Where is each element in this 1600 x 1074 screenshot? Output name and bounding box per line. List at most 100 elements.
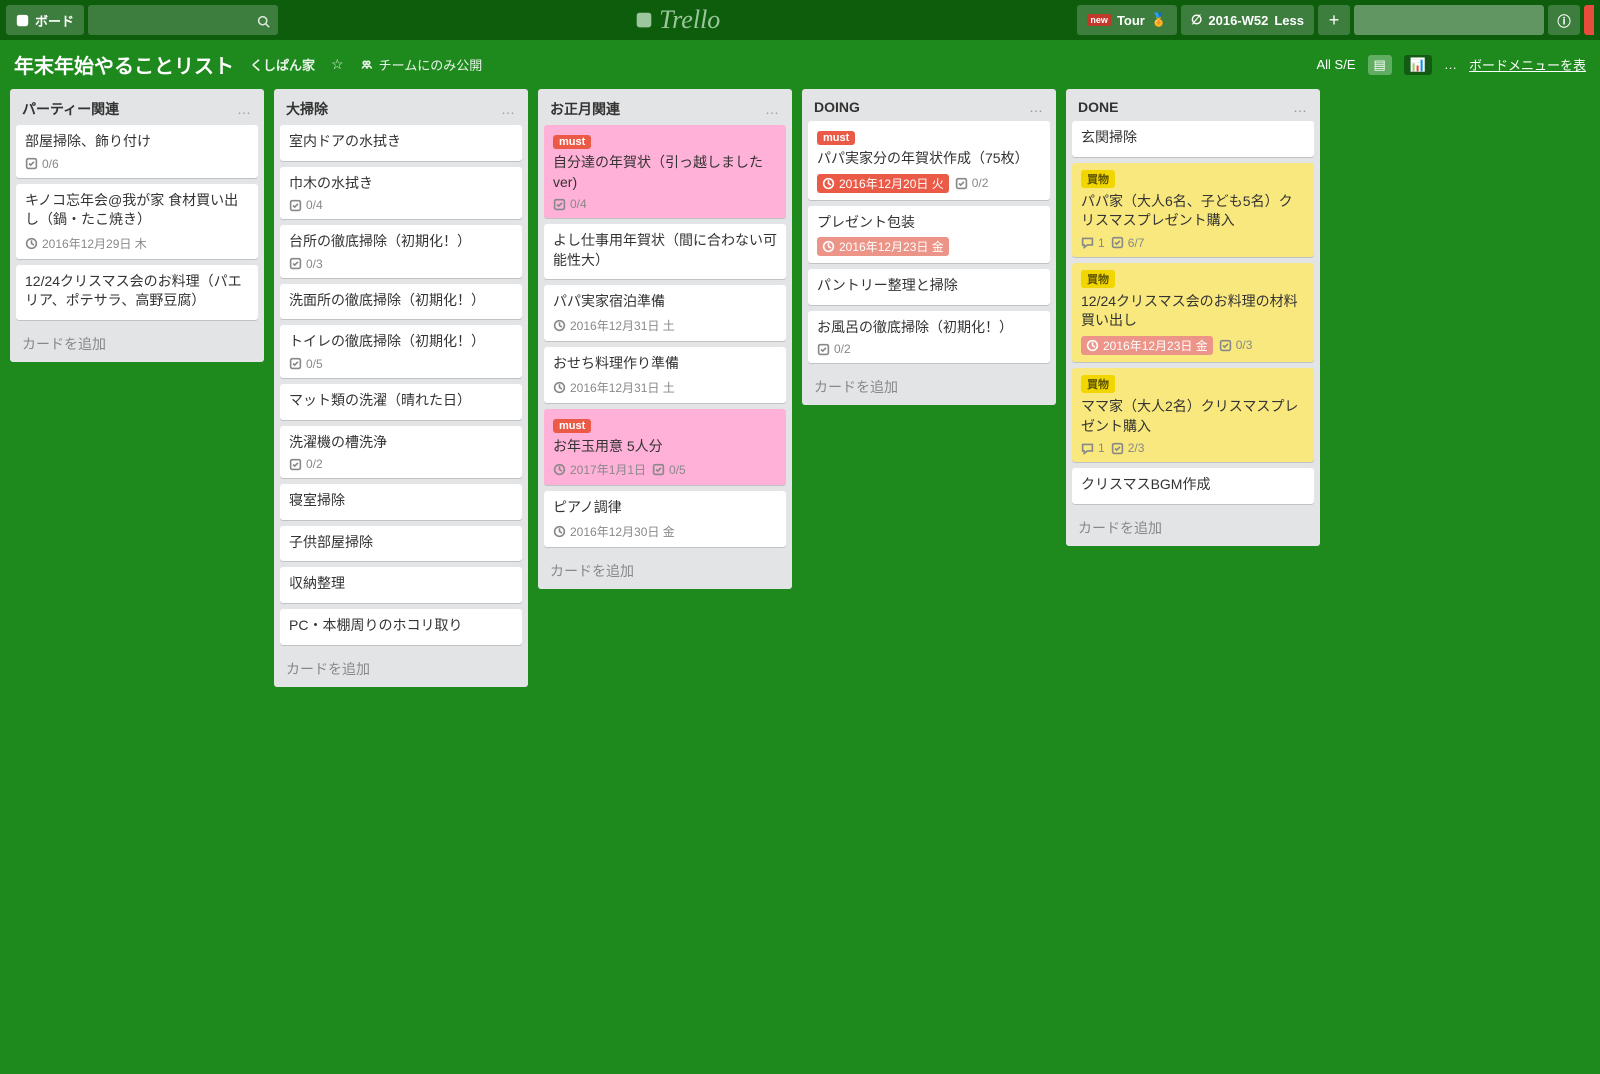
checklist-badge: 0/5 (289, 357, 323, 371)
list: DOING … must パパ実家分の年賀状作成（75枚） 2016年12月20… (802, 89, 1056, 405)
card-title: 子供部屋掃除 (289, 533, 513, 553)
checklist-badge: 0/6 (25, 157, 59, 171)
card-title: 部屋掃除、飾り付け (25, 132, 249, 152)
add-card-button[interactable]: カードを追加 (16, 326, 258, 358)
checklist-icon (289, 257, 302, 270)
list-header: お正月関連 … (544, 95, 786, 125)
star-icon[interactable]: ☆ (331, 56, 344, 73)
add-card-button[interactable]: カードを追加 (808, 369, 1050, 401)
card[interactable]: must パパ実家分の年賀状作成（75枚） 2016年12月20日 火0/2 (808, 121, 1050, 200)
info-button[interactable]: ⓘ (1548, 5, 1580, 35)
add-card-button[interactable]: カードを追加 (280, 651, 522, 683)
card[interactable]: 洗濯機の槽洗浄 0/2 (280, 426, 522, 479)
card[interactable]: 部屋掃除、飾り付け 0/6 (16, 125, 258, 178)
card-badges: 0/6 (25, 157, 249, 171)
card[interactable]: 収納整理 (280, 567, 522, 603)
search-input[interactable] (88, 5, 278, 35)
clock-icon (553, 381, 566, 394)
card[interactable]: クリスマスBGM作成 (1072, 468, 1314, 504)
checklist-icon (553, 198, 566, 211)
list-title[interactable]: DOING (814, 99, 1029, 115)
clock-icon (822, 177, 835, 190)
card[interactable]: must 自分達の年賀状（引っ越しましたver) 0/4 (544, 125, 786, 218)
list-menu-icon[interactable]: … (237, 101, 252, 117)
card[interactable]: お風呂の徹底掃除（初期化！） 0/2 (808, 311, 1050, 364)
checklist-badge: 0/3 (289, 257, 323, 271)
view-chart-icon[interactable]: 📊 (1404, 55, 1432, 75)
card[interactable]: キノコ忘年会@我が家 食材買い出し（鍋・たこ焼き） 2016年12月29日 木 (16, 184, 258, 259)
user-button[interactable] (1354, 5, 1544, 35)
board-title[interactable]: 年末年始やることリスト (14, 50, 234, 79)
card-badges: 2016年12月23日 金0/3 (1081, 336, 1305, 355)
card-title: よし仕事用年賀状（間に合わない可能性大） (553, 231, 777, 270)
search-icon (257, 12, 270, 28)
card[interactable]: ピアノ調律 2016年12月30日 金 (544, 491, 786, 547)
card-badges: 0/2 (289, 457, 513, 471)
card[interactable]: トイレの徹底掃除（初期化！） 0/5 (280, 325, 522, 378)
list-title[interactable]: パーティー関連 (22, 99, 237, 119)
card[interactable]: 買物 12/24クリスマス会のお料理の材料買い出し 2016年12月23日 金0… (1072, 263, 1314, 362)
tour-button[interactable]: new Tour 🏅 (1077, 5, 1177, 35)
list-title[interactable]: お正月関連 (550, 99, 765, 119)
list-menu-icon[interactable]: … (1029, 99, 1044, 115)
card-title: 洗濯機の槽洗浄 (289, 433, 513, 453)
add-card-button[interactable]: カードを追加 (1072, 510, 1314, 542)
list-menu-icon[interactable]: … (1293, 99, 1308, 115)
board-menu-button[interactable]: ボードメニューを表 (1469, 55, 1586, 74)
card[interactable]: must お年玉用意 5人分 2017年1月1日0/5 (544, 409, 786, 486)
card-title: 室内ドアの水拭き (289, 132, 513, 152)
card[interactable]: 洗面所の徹底掃除（初期化！） (280, 284, 522, 320)
card[interactable]: 玄関掃除 (1072, 121, 1314, 157)
empty-set-icon: ∅ (1191, 12, 1202, 28)
card-title: クリスマスBGM作成 (1081, 475, 1305, 495)
visibility[interactable]: チームにのみ公開 (360, 55, 483, 74)
card-title: 収納整理 (289, 574, 513, 594)
list-menu-icon[interactable]: … (765, 101, 780, 117)
card-badges: 2016年12月30日 金 (553, 523, 777, 540)
card[interactable]: 買物 パパ家（大人6名、子ども5名）クリスマスプレゼント購入 16/7 (1072, 163, 1314, 257)
card[interactable]: 室内ドアの水拭き (280, 125, 522, 161)
checklist-icon (1111, 236, 1124, 249)
add-card-button[interactable]: カードを追加 (544, 553, 786, 585)
card[interactable]: PC・本棚周りのホコリ取り (280, 609, 522, 645)
list-title[interactable]: 大掃除 (286, 99, 501, 119)
card[interactable]: 寝室掃除 (280, 484, 522, 520)
card-badges: 12/3 (1081, 441, 1305, 455)
card[interactable]: プレゼント包装 2016年12月23日 金 (808, 206, 1050, 264)
create-button[interactable]: + (1318, 5, 1350, 35)
card-badges: 2016年12月31日 土 (553, 317, 777, 334)
comment-badge: 1 (1081, 236, 1105, 250)
card-title: PC・本棚周りのホコリ取り (289, 616, 513, 636)
due-badge: 2016年12月31日 土 (553, 379, 675, 396)
card[interactable]: おせち料理作り準備 2016年12月31日 土 (544, 347, 786, 403)
logo[interactable]: Trello (282, 5, 1073, 35)
week-button[interactable]: ∅ 2016-W52 Less (1181, 5, 1314, 35)
card-title: パントリー整理と掃除 (817, 276, 1041, 296)
all-se-label[interactable]: All S/E (1316, 57, 1355, 72)
due-badge: 2016年12月29日 木 (25, 235, 147, 252)
card[interactable]: 台所の徹底掃除（初期化！） 0/3 (280, 225, 522, 278)
card[interactable]: 買物 ママ家（大人2名）クリスマスプレゼント購入 12/3 (1072, 368, 1314, 462)
checklist-icon (652, 463, 665, 476)
view-grid-icon[interactable]: ▤ (1368, 55, 1392, 75)
checklist-badge: 0/4 (289, 198, 323, 212)
card[interactable]: マット類の洗濯（晴れた日） (280, 384, 522, 420)
group-icon (360, 58, 373, 71)
list-menu-icon[interactable]: … (501, 101, 516, 117)
checklist-badge: 0/2 (817, 342, 851, 356)
menu-ellipsis: … (1444, 57, 1457, 72)
boards-button[interactable]: ボード (6, 5, 84, 35)
card[interactable]: よし仕事用年賀状（間に合わない可能性大） (544, 224, 786, 279)
notifications-button[interactable] (1584, 5, 1594, 35)
card[interactable]: パントリー整理と掃除 (808, 269, 1050, 305)
list-header: パーティー関連 … (16, 95, 258, 125)
card[interactable]: 12/24クリスマス会のお料理（パエリア、ポテサラ、高野豆腐） (16, 265, 258, 320)
list-title[interactable]: DONE (1078, 99, 1293, 115)
card[interactable]: 巾木の水拭き 0/4 (280, 167, 522, 220)
card[interactable]: 子供部屋掃除 (280, 526, 522, 562)
card[interactable]: パパ実家宿泊準備 2016年12月31日 土 (544, 285, 786, 341)
card-title: トイレの徹底掃除（初期化！） (289, 332, 513, 352)
card-label: must (817, 131, 855, 145)
team-name[interactable]: くしぱん家 (250, 55, 315, 74)
card-badges: 2016年12月31日 土 (553, 379, 777, 396)
